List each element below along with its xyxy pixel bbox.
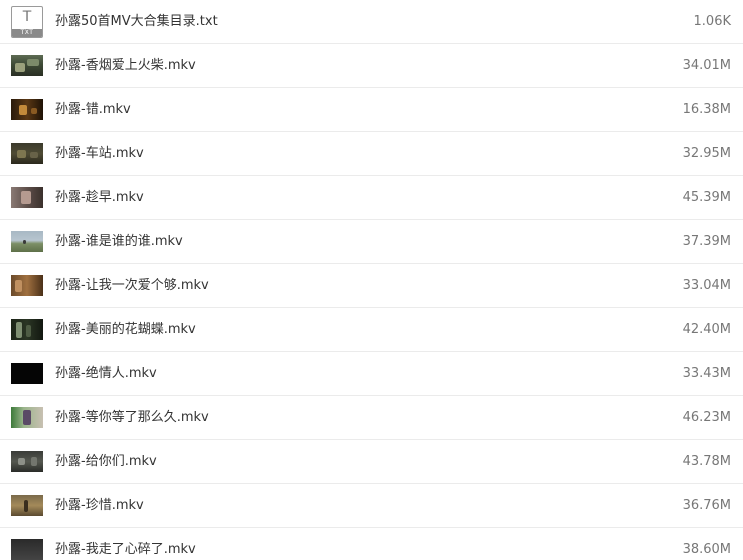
file-size: 36.76M	[682, 498, 731, 513]
file-size: 32.95M	[682, 146, 731, 161]
file-size: 37.39M	[682, 234, 731, 249]
file-name[interactable]: 孙露-绝情人.mkv	[55, 352, 157, 395]
file-size: 45.39M	[682, 190, 731, 205]
file-size: 33.04M	[682, 278, 731, 293]
video-thumbnail-icon	[11, 319, 43, 340]
video-thumbnail-icon	[11, 55, 43, 76]
file-row[interactable]: 孙露-让我一次爱个够.mkv 33.04M	[0, 264, 743, 308]
file-name[interactable]: 孙露-给你们.mkv	[55, 440, 157, 483]
file-name[interactable]: 孙露-珍惜.mkv	[55, 484, 144, 527]
file-size: 38.60M	[682, 542, 731, 557]
file-size: 33.43M	[682, 366, 731, 381]
video-thumbnail-icon	[11, 143, 43, 164]
file-name[interactable]: 孙露-我走了心碎了.mkv	[55, 528, 196, 560]
file-name[interactable]: 孙露-让我一次爱个够.mkv	[55, 264, 209, 307]
file-row[interactable]: 孙露-车站.mkv 32.95M	[0, 132, 743, 176]
video-thumbnail-icon	[11, 99, 43, 120]
video-thumbnail-icon	[11, 231, 43, 252]
txt-icon-label: TXT	[12, 29, 42, 37]
file-row[interactable]: 孙露-珍惜.mkv 36.76M	[0, 484, 743, 528]
file-size: 43.78M	[682, 454, 731, 469]
video-thumbnail-icon	[11, 451, 43, 472]
file-row[interactable]: 孙露-等你等了那么久.mkv 46.23M	[0, 396, 743, 440]
file-row[interactable]: 孙露-谁是谁的谁.mkv 37.39M	[0, 220, 743, 264]
video-thumbnail-icon	[11, 407, 43, 428]
file-size: 46.23M	[682, 410, 731, 425]
file-size: 42.40M	[682, 322, 731, 337]
file-row[interactable]: 孙露-绝情人.mkv 33.43M	[0, 352, 743, 396]
file-row[interactable]: 孙露-给你们.mkv 43.78M	[0, 440, 743, 484]
file-name[interactable]: 孙露-车站.mkv	[55, 132, 144, 175]
file-name[interactable]: 孙露-美丽的花蝴蝶.mkv	[55, 308, 196, 351]
video-thumbnail-icon	[11, 495, 43, 516]
txt-icon-letter: T	[22, 9, 32, 25]
video-thumbnail-icon	[11, 187, 43, 208]
file-name[interactable]: 孙露-谁是谁的谁.mkv	[55, 220, 183, 263]
video-thumbnail-icon	[11, 275, 43, 296]
file-row[interactable]: 孙露-趁早.mkv 45.39M	[0, 176, 743, 220]
txt-file-icon: T TXT	[11, 6, 43, 38]
file-row[interactable]: T TXT 孙露50首MV大合集目录.txt 1.06K	[0, 0, 743, 44]
file-size: 16.38M	[682, 102, 731, 117]
file-size: 1.06K	[693, 14, 731, 29]
file-row[interactable]: 孙露-错.mkv 16.38M	[0, 88, 743, 132]
file-name[interactable]: 孙露-等你等了那么久.mkv	[55, 396, 209, 439]
video-thumbnail-icon	[11, 539, 43, 560]
video-thumbnail-icon	[11, 363, 43, 384]
file-row[interactable]: 孙露-我走了心碎了.mkv 38.60M	[0, 528, 743, 560]
file-name[interactable]: 孙露-香烟爱上火柴.mkv	[55, 44, 196, 87]
file-name[interactable]: 孙露-错.mkv	[55, 88, 131, 131]
file-size: 34.01M	[682, 58, 731, 73]
file-list: T TXT 孙露50首MV大合集目录.txt 1.06K 孙露-香烟爱上火柴.m…	[0, 0, 743, 560]
file-name[interactable]: 孙露50首MV大合集目录.txt	[55, 0, 218, 43]
file-row[interactable]: 孙露-香烟爱上火柴.mkv 34.01M	[0, 44, 743, 88]
file-row[interactable]: 孙露-美丽的花蝴蝶.mkv 42.40M	[0, 308, 743, 352]
file-name[interactable]: 孙露-趁早.mkv	[55, 176, 144, 219]
